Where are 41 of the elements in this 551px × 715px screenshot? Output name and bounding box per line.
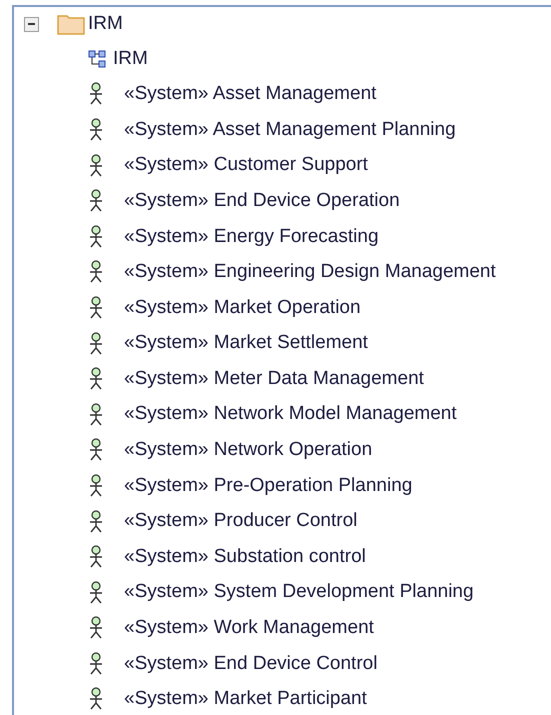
stick-figure-icon: [88, 580, 104, 605]
tree-item-label[interactable]: «System» Producer Control: [124, 507, 358, 536]
tree-item-label[interactable]: IRM: [88, 10, 123, 38]
stick-figure-icon: [88, 652, 104, 676]
tree-item-label[interactable]: «System» Market Settlement: [124, 329, 368, 358]
tree-item-label[interactable]: «System» System Development Planning: [124, 578, 474, 607]
tree-item-label[interactable]: «System» Network Operation: [124, 436, 372, 465]
tree-item-label[interactable]: «System» Meter Data Management: [124, 364, 424, 394]
tree-item-label[interactable]: «System» End Device Control: [124, 650, 378, 678]
stick-figure-icon: [88, 118, 104, 142]
stick-figure-icon: [88, 296, 104, 320]
stick-figure-icon: [88, 510, 104, 534]
tree-item-label[interactable]: «System» Asset Management: [124, 80, 376, 109]
stick-figure-icon: [88, 616, 104, 640]
tree-item-label[interactable]: «System» Pre-Operation Planning: [124, 472, 412, 500]
tree-item-label[interactable]: «System» Customer Support: [124, 151, 368, 180]
tree-item-label[interactable]: IRM: [113, 44, 148, 74]
stick-figure-icon: [88, 82, 104, 106]
tree-item-label[interactable]: «System» Substation control: [124, 542, 366, 572]
stick-figure-icon: [88, 474, 104, 498]
tree-item-label[interactable]: «System» Energy Forecasting: [124, 222, 379, 252]
stick-figure-icon: [88, 687, 104, 712]
tree-item-label[interactable]: «System» End Device Operation: [124, 186, 400, 216]
stick-figure-icon: [88, 438, 104, 462]
stick-figure-icon: [88, 154, 104, 178]
tree-item-label[interactable]: «System» Engineering Design Management: [124, 258, 496, 287]
tree-item-label[interactable]: «System» Asset Management Planning: [124, 116, 456, 144]
folder-icon: [57, 13, 85, 35]
stick-figure-icon: [88, 367, 104, 392]
tree-item-label[interactable]: «System» Market Participant: [124, 685, 367, 714]
diagram-icon: [88, 50, 106, 68]
stick-figure-icon: [88, 260, 104, 284]
tree-item-label[interactable]: «System» Market Operation: [124, 294, 361, 322]
stick-figure-icon: [88, 189, 104, 214]
collapse-toggle[interactable]: [24, 16, 39, 32]
tree-item-label[interactable]: «System» Network Model Management: [124, 400, 457, 429]
tree-item-label[interactable]: «System» Work Management: [124, 614, 374, 643]
stick-figure-icon: [88, 224, 104, 249]
stick-figure-icon: [88, 402, 104, 427]
stick-figure-icon: [88, 332, 104, 356]
stick-figure-icon: [88, 545, 104, 570]
